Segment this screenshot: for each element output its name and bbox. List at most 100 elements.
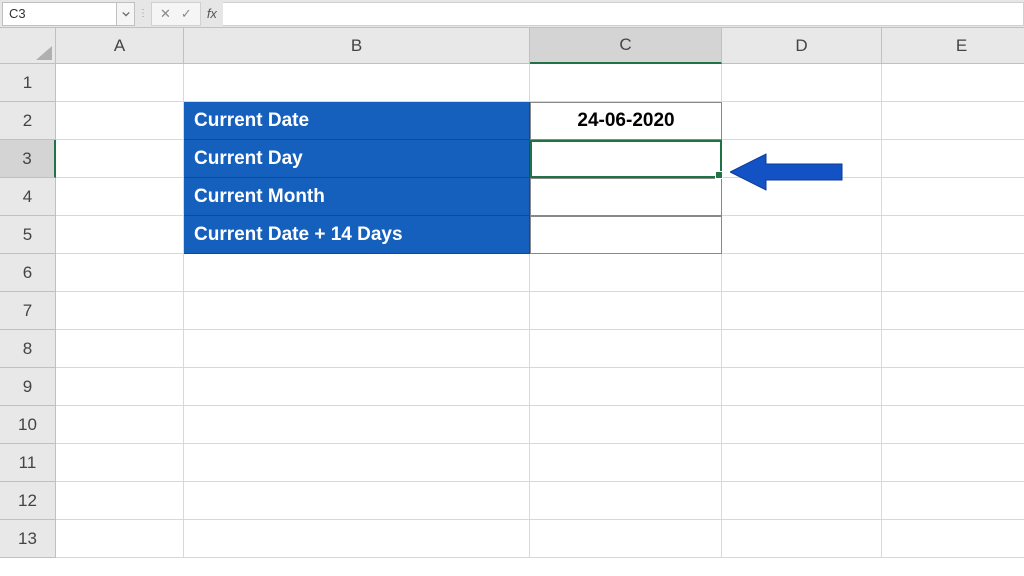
cell-C10[interactable] — [530, 406, 722, 444]
cell-E10[interactable] — [882, 406, 1024, 444]
cell-A2[interactable] — [56, 102, 184, 140]
cell-B2[interactable]: Current Date — [184, 102, 530, 140]
cell-C6[interactable] — [530, 254, 722, 292]
row-10 — [56, 406, 1024, 444]
cell-B9[interactable] — [184, 368, 530, 406]
enter-icon[interactable]: ✓ — [181, 6, 192, 22]
cell-A12[interactable] — [56, 482, 184, 520]
cell-C7[interactable] — [530, 292, 722, 330]
cell-E3[interactable] — [882, 140, 1024, 178]
cell-C2[interactable]: 24-06-2020 — [530, 102, 722, 140]
cell-E12[interactable] — [882, 482, 1024, 520]
col-header-B[interactable]: B — [184, 28, 530, 64]
row-header-7[interactable]: 7 — [0, 292, 56, 330]
row-6 — [56, 254, 1024, 292]
cell-C9[interactable] — [530, 368, 722, 406]
cell-A5[interactable] — [56, 216, 184, 254]
row-header-3[interactable]: 3 — [0, 140, 56, 178]
cell-D8[interactable] — [722, 330, 882, 368]
cell-B3[interactable]: Current Day — [184, 140, 530, 178]
cell-A8[interactable] — [56, 330, 184, 368]
fx-label[interactable]: fx — [201, 6, 223, 21]
col-header-C[interactable]: C — [530, 28, 722, 64]
cell-D5[interactable] — [722, 216, 882, 254]
cell-D11[interactable] — [722, 444, 882, 482]
cell-B10[interactable] — [184, 406, 530, 444]
cell-B6[interactable] — [184, 254, 530, 292]
column-headers: A B C D E — [56, 28, 1024, 64]
col-header-E[interactable]: E — [882, 28, 1024, 64]
cell-C13[interactable] — [530, 520, 722, 558]
col-header-A[interactable]: A — [56, 28, 184, 64]
cell-A1[interactable] — [56, 64, 184, 102]
cell-D2[interactable] — [722, 102, 882, 140]
cell-A13[interactable] — [56, 520, 184, 558]
row-header-1[interactable]: 1 — [0, 64, 56, 102]
cell-D7[interactable] — [722, 292, 882, 330]
name-box-dropdown[interactable] — [117, 2, 135, 26]
row-13 — [56, 520, 1024, 558]
cell-E4[interactable] — [882, 178, 1024, 216]
arrow-left-icon — [730, 150, 850, 194]
row-header-9[interactable]: 9 — [0, 368, 56, 406]
cell-E2[interactable] — [882, 102, 1024, 140]
cell-C5[interactable] — [530, 216, 722, 254]
cell-B7[interactable] — [184, 292, 530, 330]
cell-A4[interactable] — [56, 178, 184, 216]
cell-D6[interactable] — [722, 254, 882, 292]
cell-B5[interactable]: Current Date + 14 Days — [184, 216, 530, 254]
cell-E1[interactable] — [882, 64, 1024, 102]
row-header-13[interactable]: 13 — [0, 520, 56, 558]
col-header-D[interactable]: D — [722, 28, 882, 64]
cell-B13[interactable] — [184, 520, 530, 558]
cell-E9[interactable] — [882, 368, 1024, 406]
row-3: Current Day — [56, 140, 1024, 178]
row-header-6[interactable]: 6 — [0, 254, 56, 292]
cell-E13[interactable] — [882, 520, 1024, 558]
row-header-12[interactable]: 12 — [0, 482, 56, 520]
cell-C8[interactable] — [530, 330, 722, 368]
cancel-icon[interactable]: ✕ — [160, 6, 171, 22]
cell-D13[interactable] — [722, 520, 882, 558]
row-header-2[interactable]: 2 — [0, 102, 56, 140]
name-box-value: C3 — [9, 6, 26, 21]
cell-C11[interactable] — [530, 444, 722, 482]
cell-E8[interactable] — [882, 330, 1024, 368]
cell-C4[interactable] — [530, 178, 722, 216]
cell-A10[interactable] — [56, 406, 184, 444]
formula-input[interactable] — [223, 2, 1024, 26]
chevron-down-icon — [122, 10, 130, 18]
cell-B8[interactable] — [184, 330, 530, 368]
cell-C3[interactable] — [530, 140, 722, 178]
cell-C12[interactable] — [530, 482, 722, 520]
cell-D10[interactable] — [722, 406, 882, 444]
cell-E5[interactable] — [882, 216, 1024, 254]
row-2: Current Date 24-06-2020 — [56, 102, 1024, 140]
cell-A7[interactable] — [56, 292, 184, 330]
select-all-corner[interactable] — [0, 28, 56, 64]
row-5: Current Date + 14 Days — [56, 216, 1024, 254]
cell-E7[interactable] — [882, 292, 1024, 330]
row-header-4[interactable]: 4 — [0, 178, 56, 216]
cell-A9[interactable] — [56, 368, 184, 406]
cell-A6[interactable] — [56, 254, 184, 292]
cell-A11[interactable] — [56, 444, 184, 482]
cell-D1[interactable] — [722, 64, 882, 102]
cell-A3[interactable] — [56, 140, 184, 178]
cell-B4[interactable]: Current Month — [184, 178, 530, 216]
row-1 — [56, 64, 1024, 102]
row-header-10[interactable]: 10 — [0, 406, 56, 444]
cell-B11[interactable] — [184, 444, 530, 482]
cell-E11[interactable] — [882, 444, 1024, 482]
cell-E6[interactable] — [882, 254, 1024, 292]
cell-D9[interactable] — [722, 368, 882, 406]
cell-D12[interactable] — [722, 482, 882, 520]
cell-B12[interactable] — [184, 482, 530, 520]
cell-C1[interactable] — [530, 64, 722, 102]
row-header-11[interactable]: 11 — [0, 444, 56, 482]
cell-B1[interactable] — [184, 64, 530, 102]
row-header-8[interactable]: 8 — [0, 330, 56, 368]
row-header-5[interactable]: 5 — [0, 216, 56, 254]
name-box[interactable]: C3 — [2, 2, 117, 26]
formula-bar: C3 ⋮ ✕ ✓ fx — [0, 0, 1024, 28]
